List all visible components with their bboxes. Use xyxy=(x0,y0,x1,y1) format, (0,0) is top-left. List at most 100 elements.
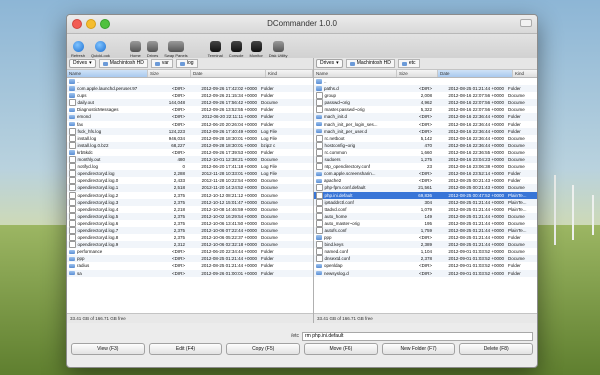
left-file-list[interactable]: .. com.apple.launchd.peruser.97 <DIR> 2012-… xyxy=(67,78,313,313)
breadcrumb-item[interactable]: Machintosh HD xyxy=(345,59,395,68)
file-kind: Folder xyxy=(508,171,521,177)
disk-utility-icon xyxy=(272,41,284,52)
move-button[interactable]: Move (F6) xyxy=(304,343,378,355)
file-row[interactable]: master.passwd~orig 5,322 2012-08-16 22:07:… xyxy=(314,106,537,114)
drives-button[interactable]: Drives xyxy=(147,41,158,58)
file-row[interactable]: group 2,008 2012-08-16 22:07:56 +0000 Docum… xyxy=(314,92,537,100)
kind-column-header[interactable]: Kind xyxy=(266,70,313,77)
quicklook-button[interactable]: QuickLook xyxy=(91,41,110,58)
breadcrumb-item[interactable]: var xyxy=(150,59,173,68)
file-size: 4,962 xyxy=(420,100,432,106)
view-button[interactable]: View (F3) xyxy=(71,343,145,355)
edit-button[interactable]: Edit (F4) xyxy=(148,343,223,355)
file-row[interactable]: sa <DIR> 2012-09-26 01:00:01 +0000 Folder xyxy=(67,269,313,277)
name-column-header[interactable]: Name xyxy=(314,70,397,77)
file-row[interactable]: opendirectoryd.log.3 2,375 2012-10-12 15:0… xyxy=(67,198,313,206)
file-row[interactable]: opendirectoryd.log.4 2,218 2012-10-08 14:4… xyxy=(67,205,313,213)
file-row[interactable]: auto_home 149 2012-08-25 01:21:44 +0000 Doc… xyxy=(314,212,537,220)
copy-button[interactable]: Copy (F5) xyxy=(226,343,301,355)
left-drives-dropdown[interactable]: Drives ▾ xyxy=(69,59,96,68)
file-row[interactable]: com.apple.launchd.peruser.97 <DIR> 2012-09… xyxy=(67,85,313,93)
file-row[interactable]: php-fpm.conf.default 21,561 2012-08-25 00:… xyxy=(314,184,537,192)
file-row[interactable]: ntp_opendirectory.conf 23 2012-08-16 23:06… xyxy=(314,163,537,171)
file-kind: Log File xyxy=(261,171,278,177)
file-row[interactable]: ppp <DIR> 2012-08-25 01:21:44 +0000 Folder xyxy=(314,234,537,241)
file-row[interactable]: apache2 <DIR> 2012-08-25 00:21:43 +0000 Fol… xyxy=(314,177,537,184)
file-row[interactable]: com.apple.screensharin... <DIR> 2012-08-16… xyxy=(314,170,537,178)
file-row[interactable]: rc.netboot 5,142 2012-08-16 22:36:44 +0000… xyxy=(314,134,537,142)
file-name: com.apple.launchd.peruser.97 xyxy=(77,86,138,92)
file-row[interactable]: emond <DIR> 2012-06-20 22:11:11 +0000 Folde… xyxy=(67,113,313,121)
file-row[interactable]: .. xyxy=(314,78,537,85)
file-row[interactable]: opendirectoryd.log.0 2,433 2012-11-28 10:2… xyxy=(67,177,313,185)
breadcrumb-item[interactable]: log xyxy=(175,59,198,68)
file-row[interactable]: dnsextd.conf 2,378 2012-09-01 01:03:52 +00… xyxy=(314,255,537,263)
file-row[interactable]: openldap <DIR> 2012-09-01 01:03:52 +0000 Fo… xyxy=(314,262,537,269)
breadcrumb-item[interactable]: etc xyxy=(397,59,420,68)
file-row[interactable]: named.conf 1,104 2012-09-01 01:03:52 +0000… xyxy=(314,248,537,256)
file-row[interactable]: paths.d <DIR> 2012-08-25 01:21:44 +0000 Fol… xyxy=(314,85,537,93)
right-file-list[interactable]: .. paths.d <DIR> 2012-08-25 01:21:44 +0000 F… xyxy=(314,78,537,313)
right-drives-dropdown[interactable]: Drives ▾ xyxy=(316,59,343,68)
file-row[interactable]: install.log.0.bz2 68,227 2012-09-28 18:30:… xyxy=(67,141,313,149)
command-input[interactable]: rm php.ini.default xyxy=(302,331,533,341)
file-row[interactable]: install.log 946,034 2012-09-28 18:30:01 +0… xyxy=(67,134,313,142)
file-row[interactable]: cups <DIR> 2012-09-26 21:15:34 +0000 Folder xyxy=(67,92,313,99)
file-row[interactable]: opendirectoryd.log.8 2,375 2012-10-06 05:2… xyxy=(67,234,313,242)
file-row[interactable]: monthly.out 480 2012-10-01 12:38:21 +0000 D… xyxy=(67,156,313,164)
file-row[interactable]: php.ini.default 69,836 2012-08-25 00:47:52… xyxy=(314,191,537,199)
date-column-header[interactable]: Date xyxy=(191,70,266,77)
file-row[interactable]: autofs.conf 1,759 2012-08-25 01:21:44 +000… xyxy=(314,226,537,235)
file-row[interactable]: opendirectoryd.log.7 2,375 2012-10-06 07:2… xyxy=(67,226,313,235)
refresh-button[interactable]: Refresh xyxy=(71,41,85,58)
file-row[interactable]: ttadvd.conf 1,079 2012-08-25 01:21:44 +000… xyxy=(314,205,537,213)
console-button[interactable]: Console xyxy=(229,41,243,58)
file-row[interactable]: opendirectoryd.log.1 2,518 2012-11-20 14:2… xyxy=(67,184,313,192)
delete-button[interactable]: Delete (F8) xyxy=(459,343,534,355)
file-row[interactable]: opendirectoryd.log.2 2,375 2012-10-12 08:2… xyxy=(67,191,313,199)
file-row[interactable]: DiagnosticMessages <DIR> 2012-09-26 13:52:… xyxy=(67,106,313,113)
file-row[interactable]: sudoers 1,275 2012-08-16 23:04:23 +0000 Doc… xyxy=(314,156,537,164)
file-row[interactable]: opendirectoryd.log 2,288 2012-11-28 10:33:… xyxy=(67,170,313,178)
file-row[interactable]: hostconfig~orig 470 2012-08-16 22:36:44 +0… xyxy=(314,141,537,149)
name-column-header[interactable]: Name xyxy=(67,70,148,77)
file-row[interactable]: fsck_hfs.log 124,223 2012-09-26 17:40:49 +… xyxy=(67,127,313,135)
file-row[interactable]: opendirectoryd.log.5 2,375 2012-10-02 16:2… xyxy=(67,212,313,220)
file-row[interactable]: radius <DIR> 2012-08-25 01:21:44 +0000 Fold… xyxy=(67,262,313,269)
file-kind: PlainTe... xyxy=(508,192,527,198)
monitor-button[interactable]: Monitor xyxy=(249,41,263,58)
file-row[interactable]: ip6addrctl.conf 304 2012-08-25 01:21:44 +0… xyxy=(314,198,537,206)
home-button[interactable]: Home xyxy=(129,41,141,58)
file-row[interactable]: opendirectoryd.log.6 2,375 2012-10-06 13:4… xyxy=(67,219,313,227)
file-row[interactable]: ppp <DIR> 2012-08-25 01:21:44 +0000 Folder xyxy=(67,255,313,263)
file-row[interactable]: performance <DIR> 2012-06-20 22:34:44 +000… xyxy=(67,248,313,255)
file-row[interactable]: opendirectoryd.log.9 2,312 2012-10-06 02:3… xyxy=(67,241,313,249)
file-row[interactable]: fax <DIR> 2012-06-20 20:26:04 +0000 Folder xyxy=(67,121,313,128)
file-row[interactable]: auto_master~orig 195 2012-08-25 01:21:44 +… xyxy=(314,219,537,227)
kind-column-header[interactable]: Kind xyxy=(513,70,537,77)
file-row[interactable]: daily.out 144,048 2012-09-26 17:56:42 +000… xyxy=(67,99,313,107)
file-row[interactable]: .. xyxy=(67,78,313,85)
date-column-header[interactable]: Date xyxy=(438,70,513,77)
file-row[interactable]: newsyslog.d <DIR> 2012-09-01 01:03:52 +000… xyxy=(314,269,537,277)
size-column-header[interactable]: Size xyxy=(148,70,191,77)
file-row[interactable]: mach_init_per_login_ses... <DIR> 2012-08-1… xyxy=(314,121,537,128)
file-row[interactable]: krb5kdc <DIR> 2012-09-26 17:39:53 +0000 Fol… xyxy=(67,149,313,156)
breadcrumb-item[interactable]: Machintosh HD xyxy=(98,59,148,68)
terminal-button[interactable]: Terminal xyxy=(208,41,223,58)
new-folder-button[interactable]: New Folder (F7) xyxy=(381,343,456,355)
folder-icon xyxy=(69,93,75,98)
file-row[interactable]: rc.common 1,660 2012-08-16 22:36:55 +0000 D… xyxy=(314,148,537,156)
file-row[interactable]: mach_init.d <DIR> 2012-08-16 22:36:44 +000… xyxy=(314,113,537,121)
file-name: newsyslog.d xyxy=(324,270,349,276)
file-kind: bzip2 c xyxy=(261,142,276,148)
size-column-header[interactable]: Size xyxy=(397,70,438,77)
swap-panels-button[interactable]: Swap Panels xyxy=(164,41,188,58)
file-kind: Folder xyxy=(508,235,521,241)
file-row[interactable]: notifyd.log 0 2012-06-20 17:41:18 +0000 Log… xyxy=(67,163,313,171)
file-row[interactable]: passwd~orig 4,962 2012-08-16 22:07:56 +000… xyxy=(314,99,537,107)
file-row[interactable]: mach_init_per_user.d <DIR> 2012-08-16 22:3… xyxy=(314,127,537,135)
disk-utility-button[interactable]: Disk Utility xyxy=(269,41,287,58)
toolbar-toggle-button[interactable] xyxy=(520,19,532,27)
file-row[interactable]: bind.keys 2,389 2012-08-25 01:21:44 +0000 D… xyxy=(314,241,537,249)
